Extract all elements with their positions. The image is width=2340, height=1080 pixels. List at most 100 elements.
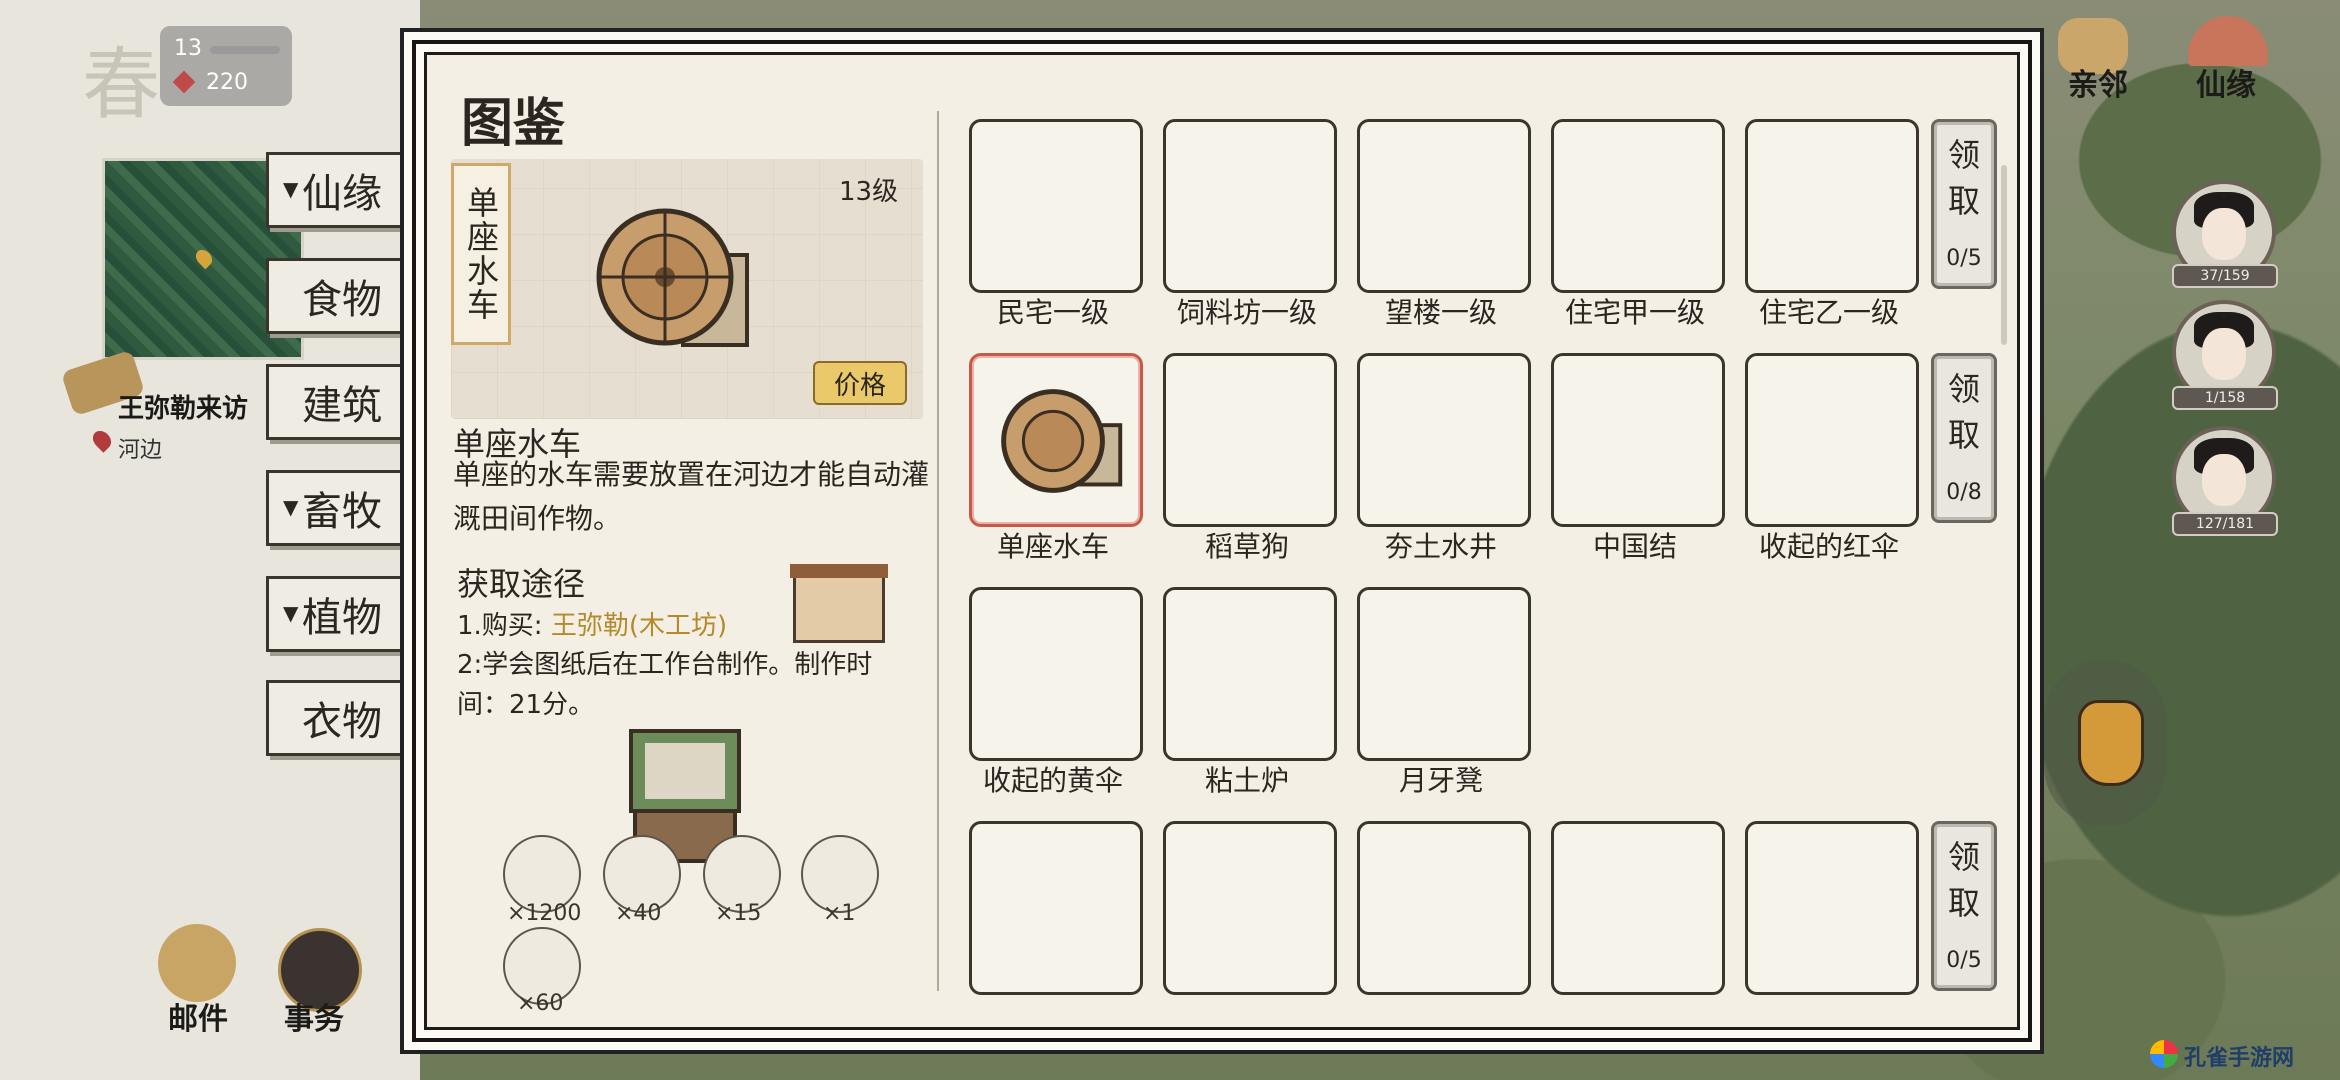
item-label: 粘土炉 [1204,764,1289,797]
shop-link[interactable]: 王弥勒(木工坊) [551,611,727,641]
item-label: 中国结 [1592,530,1677,563]
item-label: 收起的黄伞 [982,764,1123,797]
claim-label: 领取 [1947,838,1980,922]
chevron-down-icon: ▼ [283,601,299,625]
hand-icon [2078,700,2144,786]
watermark: 孔雀手游网 [2184,1046,2295,1071]
item-cell[interactable] [1551,821,1725,995]
claim-label: 领取 [1947,136,1980,220]
acquire-title: 获取途径 [457,565,586,603]
item-label: 望楼一级 [1384,296,1497,329]
item-cell[interactable] [1357,353,1531,527]
villager-hp: 127/181 [2172,512,2278,536]
item-cell-selected[interactable] [969,353,1143,527]
item-vertical-name: 单座水车 [451,163,511,345]
item-label: 月牙凳 [1398,764,1483,797]
item-label: 稻草狗 [1204,530,1289,563]
item-cell[interactable] [1745,821,1919,995]
claim-button[interactable]: 领取 0/8 [1931,353,1997,523]
acquire-purchase: 1.购买: 王弥勒(木工坊) [457,605,727,642]
material-count: ×15 [715,901,762,926]
category-label: 仙缘 [302,171,382,217]
material-count: ×1200 [507,901,582,926]
item-cell[interactable] [1163,119,1337,293]
material-count: ×1 [823,901,856,926]
grid-scrollbar[interactable] [2001,165,2007,345]
item-label: 住宅甲一级 [1564,296,1705,329]
item-label: 住宅乙一级 [1758,296,1899,329]
claim-label: 领取 [1947,370,1980,454]
currency-value: 220 [206,70,248,95]
category-livestock[interactable]: ▼ 畜牧 [266,470,418,546]
item-cell[interactable] [1745,119,1919,293]
map-pin-icon [192,246,216,270]
chevron-down-icon: ▼ [283,177,299,201]
item-cell[interactable] [969,119,1143,293]
item-cell[interactable] [1163,353,1337,527]
claim-button[interactable]: 领取 0/5 [1931,119,1997,289]
item-description: 单座的水车需要放置在河边才能自动灌溉田间作物。 [453,458,930,535]
villager-hp: 37/159 [2172,264,2278,288]
neighbors-label[interactable]: 亲邻 [2068,60,2128,104]
item-cell[interactable] [1357,821,1531,995]
waterwheel-icon [596,208,749,347]
avatar-face [2202,208,2246,260]
item-label: 单座水车 [996,530,1109,563]
villager-hp: 1/158 [2172,386,2278,410]
category-label: 建筑 [302,383,382,429]
item-cell[interactable] [1163,587,1337,761]
resource-panel: 13 220 [160,26,292,106]
avatar-face [2202,454,2246,506]
encyclopedia-panel: 图鉴 单座水车 13级 价格 单座水车 单座的水车需要放置在河边才能自动灌溉田间… [412,40,2032,1042]
category-plants[interactable]: ▼ 植物 [266,576,418,652]
panel-body: 图鉴 单座水车 13级 价格 单座水车 单座的水车需要放置在河边才能自动灌溉田间… [424,52,2020,1030]
claim-count: 0/8 [1946,480,1982,505]
material-count: ×40 [615,901,662,926]
chevron-down-icon: ▼ [283,495,299,519]
fate-label[interactable]: 仙缘 [2196,60,2256,104]
visitor-notice[interactable]: 王弥勒来访 [118,388,248,425]
gem-icon [172,70,196,94]
item-cell[interactable] [1357,119,1531,293]
category-building[interactable]: 建筑 [266,364,418,440]
visitor-location: 河边 [118,438,163,463]
item-label: 夯土水井 [1384,530,1497,563]
category-xianyuan[interactable]: ▼ 仙缘 [266,152,418,228]
acquire-craft: 2:学会图纸后在工作台制作。制作时间：21分。 [457,650,873,720]
season-indicator: 春 [82,40,161,130]
material-count: ×60 [517,991,564,1016]
category-food[interactable]: 食物 [266,258,418,334]
price-button[interactable]: 价格 [813,361,907,405]
claim-count: 0/5 [1946,246,1982,271]
item-cell[interactable] [1357,587,1531,761]
shop-icon[interactable] [790,564,888,643]
waterwheel-icon [1001,389,1123,493]
item-cell[interactable] [1745,353,1919,527]
category-label: 食物 [302,277,382,323]
level-progress-bar [210,46,280,54]
claim-count: 0/5 [1946,948,1982,973]
player-level: 13 [174,36,202,61]
category-label: 植物 [302,595,382,641]
affairs-button-label[interactable]: 事务 [284,994,344,1038]
category-clothing[interactable]: 衣物 [266,680,418,756]
avatar-face [2202,328,2246,380]
item-cell[interactable] [1551,353,1725,527]
panel-divider [937,111,939,991]
category-label: 衣物 [302,699,382,745]
item-label: 饲料坊一级 [1176,296,1317,329]
acquire-purchase-prefix: 1.购买: [457,611,543,641]
category-label: 畜牧 [302,489,382,535]
mail-icon[interactable] [158,924,236,1002]
watermark-logo [2150,1040,2178,1068]
item-level: 13级 [839,177,899,207]
claim-button[interactable]: 领取 0/5 [1931,821,1997,991]
item-cell[interactable] [1163,821,1337,995]
item-label: 收起的红伞 [1758,530,1899,563]
item-cell[interactable] [1551,119,1725,293]
item-cell[interactable] [969,821,1143,995]
mail-button-label[interactable]: 邮件 [168,994,228,1038]
item-label: 民宅一级 [996,296,1109,329]
item-cell[interactable] [969,587,1143,761]
panel-title: 图鉴 [461,93,566,154]
